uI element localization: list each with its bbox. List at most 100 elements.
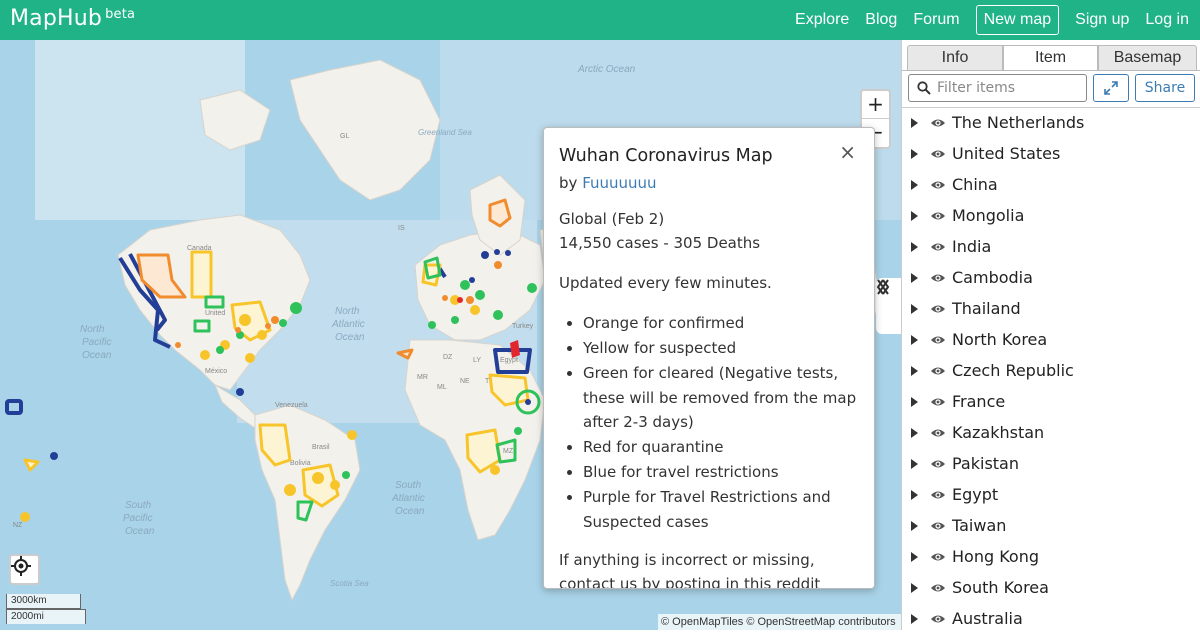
eye-icon[interactable] bbox=[930, 427, 946, 439]
label-north-pacific-1: North bbox=[80, 324, 105, 335]
label-north-atlantic-1: North bbox=[335, 306, 360, 317]
nav-blog[interactable]: Blog bbox=[865, 11, 897, 29]
expand-caret-icon[interactable] bbox=[911, 365, 918, 376]
expand-caret-icon[interactable] bbox=[911, 148, 918, 159]
eye-icon[interactable] bbox=[930, 458, 946, 470]
eye-icon[interactable] bbox=[930, 179, 946, 191]
item-label: Cambodia bbox=[952, 268, 1033, 287]
nav-forum[interactable]: Forum bbox=[913, 11, 959, 29]
search-icon bbox=[917, 81, 931, 95]
expand-caret-icon[interactable] bbox=[911, 334, 918, 345]
list-item[interactable]: Taiwan bbox=[902, 510, 1200, 541]
tab-info[interactable]: Info bbox=[907, 45, 1003, 71]
popup-close-button[interactable]: × bbox=[839, 140, 856, 164]
eye-icon[interactable] bbox=[930, 520, 946, 532]
list-item[interactable]: China bbox=[902, 169, 1200, 200]
expand-caret-icon[interactable] bbox=[911, 272, 918, 283]
brand-logo[interactable]: MapHub beta bbox=[10, 6, 135, 31]
expand-caret-icon[interactable] bbox=[911, 551, 918, 562]
author-link[interactable]: Fuuuuuuu bbox=[582, 174, 656, 192]
item-label: Taiwan bbox=[952, 516, 1007, 535]
map-info-popup: × Wuhan Coronavirus Map by Fuuuuuuu Glob… bbox=[543, 127, 875, 589]
list-item[interactable]: South Korea bbox=[902, 572, 1200, 603]
eye-icon[interactable] bbox=[930, 334, 946, 346]
expand-caret-icon[interactable] bbox=[911, 427, 918, 438]
nav-sign-up[interactable]: Sign up bbox=[1075, 11, 1129, 29]
filter-input[interactable] bbox=[937, 80, 1077, 96]
expand-caret-icon[interactable] bbox=[911, 179, 918, 190]
eye-icon[interactable] bbox=[930, 210, 946, 222]
list-item[interactable]: Kazakhstan bbox=[902, 417, 1200, 448]
expand-caret-icon[interactable] bbox=[911, 241, 918, 252]
list-item[interactable]: Mongolia bbox=[902, 200, 1200, 231]
list-item[interactable]: Thailand bbox=[902, 293, 1200, 324]
eye-icon[interactable] bbox=[930, 489, 946, 501]
expand-caret-icon[interactable] bbox=[911, 520, 918, 531]
list-item[interactable]: The Netherlands bbox=[902, 107, 1200, 138]
zoom-in-button[interactable]: + bbox=[862, 91, 889, 119]
eye-icon[interactable] bbox=[930, 117, 946, 129]
list-item[interactable]: Czech Republic bbox=[902, 355, 1200, 386]
svg-text:DZ: DZ bbox=[443, 354, 453, 361]
global-stats: Global (Feb 2) 14,550 cases - 305 Deaths bbox=[559, 210, 761, 252]
double-chevron-right-icon[interactable] bbox=[876, 278, 890, 296]
legend-item: Blue for travel restrictions bbox=[583, 460, 859, 485]
eye-icon[interactable] bbox=[930, 396, 946, 408]
tabs-divider bbox=[902, 70, 1200, 71]
share-button[interactable]: Share bbox=[1135, 74, 1195, 102]
svg-text:IS: IS bbox=[398, 225, 405, 232]
svg-text:LY: LY bbox=[473, 357, 481, 364]
eye-icon[interactable] bbox=[930, 241, 946, 253]
main-nav: Explore Blog Forum New map Sign up Log i… bbox=[787, 0, 1200, 40]
item-label: Pakistan bbox=[952, 454, 1019, 473]
eye-icon[interactable] bbox=[930, 582, 946, 594]
label-south-pacific-3: Ocean bbox=[125, 526, 155, 537]
label-north-atlantic-3: Ocean bbox=[335, 332, 365, 343]
tab-item[interactable]: Item bbox=[1003, 45, 1098, 71]
eye-icon[interactable] bbox=[930, 613, 946, 625]
expand-caret-icon[interactable] bbox=[911, 582, 918, 593]
list-item[interactable]: United States bbox=[902, 138, 1200, 169]
label-arctic: Arctic Ocean bbox=[577, 64, 636, 75]
map-attribution[interactable]: © OpenMapTiles © OpenStreetMap contribut… bbox=[658, 614, 901, 630]
expand-caret-icon[interactable] bbox=[911, 489, 918, 500]
expand-caret-icon[interactable] bbox=[911, 117, 918, 128]
new-map-button[interactable]: New map bbox=[975, 5, 1060, 35]
locate-button[interactable] bbox=[9, 554, 40, 585]
expand-caret-icon[interactable] bbox=[911, 613, 918, 624]
brand-name: MapHub bbox=[10, 6, 103, 31]
item-label: Czech Republic bbox=[952, 361, 1074, 380]
list-item[interactable]: India bbox=[902, 231, 1200, 262]
expand-caret-icon[interactable] bbox=[911, 396, 918, 407]
list-item[interactable]: Egypt bbox=[902, 479, 1200, 510]
expand-button[interactable] bbox=[1093, 74, 1129, 102]
eye-icon[interactable] bbox=[930, 365, 946, 377]
eye-icon[interactable] bbox=[930, 551, 946, 563]
nav-log-in[interactable]: Log in bbox=[1145, 11, 1189, 29]
list-item[interactable]: Hong Kong bbox=[902, 541, 1200, 572]
beta-badge: beta bbox=[105, 7, 136, 22]
list-item[interactable]: Cambodia bbox=[902, 262, 1200, 293]
item-label: Mongolia bbox=[952, 206, 1025, 225]
tab-basemap[interactable]: Basemap bbox=[1098, 45, 1197, 71]
eye-icon[interactable] bbox=[930, 272, 946, 284]
map-canvas[interactable]: Arctic Ocean Greenland Sea North Pacific… bbox=[0, 40, 901, 630]
svg-text:GL: GL bbox=[340, 133, 349, 140]
expand-caret-icon[interactable] bbox=[911, 210, 918, 221]
eye-icon[interactable] bbox=[930, 148, 946, 160]
svg-text:Bolivia: Bolivia bbox=[290, 460, 311, 467]
list-item[interactable]: Australia bbox=[902, 603, 1200, 634]
panel-toggle bbox=[876, 278, 901, 334]
svg-text:MR: MR bbox=[417, 374, 428, 381]
list-item[interactable]: France bbox=[902, 386, 1200, 417]
nav-explore[interactable]: Explore bbox=[795, 11, 849, 29]
scale-mi: 2000mi bbox=[6, 609, 86, 624]
list-item[interactable]: North Korea bbox=[902, 324, 1200, 355]
list-item[interactable]: Pakistan bbox=[902, 448, 1200, 479]
legend-item: Red for quarantine bbox=[583, 435, 859, 460]
expand-caret-icon[interactable] bbox=[911, 458, 918, 469]
eye-icon[interactable] bbox=[930, 303, 946, 315]
sidebar-tabs: Info Item Basemap bbox=[907, 45, 1197, 71]
label-north-atlantic-2: Atlantic bbox=[331, 319, 365, 330]
expand-caret-icon[interactable] bbox=[911, 303, 918, 314]
